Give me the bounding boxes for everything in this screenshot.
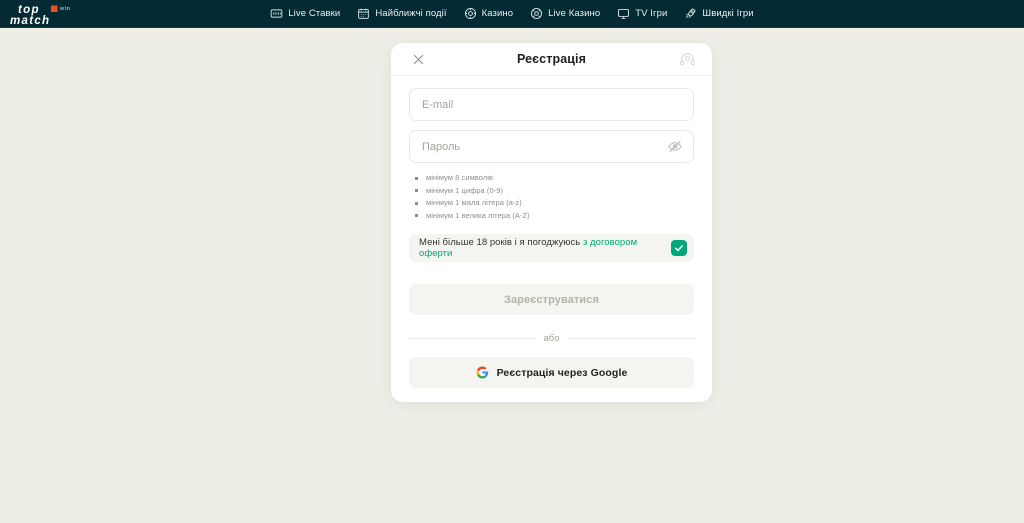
page-title: Реєстрація [517, 52, 586, 66]
divider-line-left [409, 338, 535, 340]
register-submit-button[interactable]: Зареєструватися [409, 284, 694, 316]
password-field-wrapper [409, 130, 694, 163]
divider-label: або [543, 333, 560, 345]
close-icon[interactable] [407, 48, 429, 70]
nav-item-label: Live Ставки [288, 7, 341, 19]
nav-item-fast-games[interactable]: Швидкі Ігри [684, 7, 754, 20]
password-requirements-list: мінімум 8 символів мінімум 1 цифра (0-9)… [415, 172, 694, 222]
support-headset-icon[interactable] [676, 48, 698, 70]
nav-item-label: Найближчі події [375, 7, 447, 19]
nav-item-tv-games[interactable]: TV Ігри [617, 7, 667, 20]
main-nav-menu: Live Ставки Найближчі події Казино Live … [270, 0, 754, 27]
list-item: мінімум 8 символів [415, 172, 694, 185]
nav-item-live-bets[interactable]: Live Ставки [270, 7, 340, 20]
eye-off-icon[interactable] [666, 138, 683, 155]
modal-body: мінімум 8 символів мінімум 1 цифра (0-9)… [391, 76, 712, 389]
tv-icon [617, 7, 630, 20]
live-bet-icon [270, 7, 283, 20]
nav-item-live-casino[interactable]: Live Казино [530, 7, 600, 20]
google-button-label: Реєстрація через Google [496, 366, 628, 379]
live-casino-icon [530, 7, 543, 20]
google-g-icon [476, 366, 488, 379]
nav-item-label: Швидкі Ігри [702, 7, 754, 19]
agreement-checkbox[interactable] [671, 240, 687, 257]
google-register-button[interactable]: Реєстрація через Google [409, 357, 694, 389]
nav-item-upcoming-events[interactable]: Найближчі події [357, 7, 447, 20]
email-input[interactable] [410, 89, 693, 120]
agreement-text-static: Мені більше 18 років і я погоджуюсь [419, 236, 583, 248]
nav-item-casino[interactable]: Казино [464, 7, 514, 20]
nav-item-label: Казино [481, 7, 514, 19]
password-input[interactable] [410, 131, 693, 162]
agreement-text: Мені більше 18 років і я погоджуюсь з до… [419, 237, 671, 260]
rocket-icon [684, 7, 697, 20]
nav-item-label: Live Казино [548, 7, 601, 19]
casino-chip-icon [464, 7, 477, 20]
divider-line-right [568, 338, 695, 340]
list-item: мінімум 1 цифра (0-9) [415, 185, 694, 198]
or-divider: або [409, 333, 695, 345]
list-item: мінімум 1 мала літера (a-z) [415, 197, 694, 210]
email-field-wrapper [409, 88, 694, 121]
age-agreement-row[interactable]: Мені більше 18 років і я погоджуюсь з до… [409, 234, 694, 263]
nav-item-label: TV Ігри [635, 7, 668, 19]
top-navigation-bar: top win match Live Ставки Найближчі поді… [0, 0, 1024, 28]
modal-header: Реєстрація [391, 43, 712, 76]
list-item: мінімум 1 велика літера (A-Z) [415, 210, 694, 223]
calendar-icon [357, 7, 370, 20]
brand-logo[interactable]: top win match [8, 2, 94, 27]
svg-text:win: win [59, 6, 71, 12]
svg-text:match: match [10, 15, 50, 27]
page-content-area: Реєстрація E-mail Пароль мінімум 8 симво… [0, 29, 1024, 523]
registration-modal: Реєстрація E-mail Пароль мінімум 8 симво… [391, 43, 712, 403]
